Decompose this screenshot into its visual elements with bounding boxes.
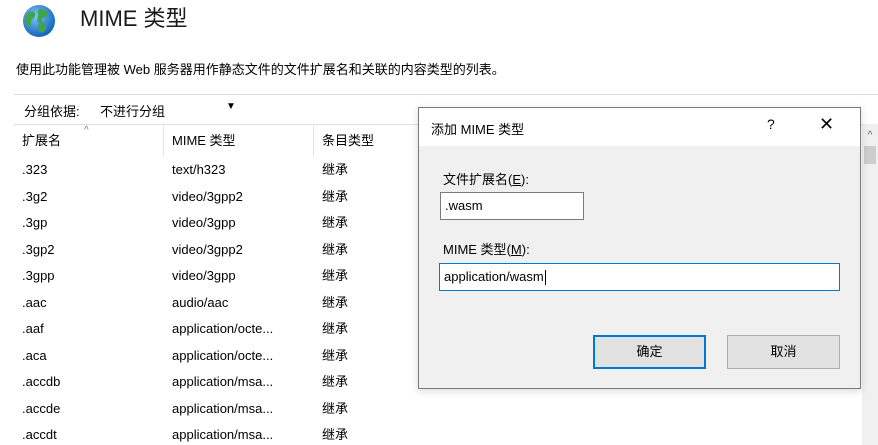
group-by-label: 分组依据: xyxy=(24,104,80,119)
file-extension-input[interactable]: .wasm xyxy=(440,192,584,220)
dropdown-arrow-icon[interactable]: ▼ xyxy=(226,101,236,112)
mime-type-label: MIME 类型(M): xyxy=(443,242,530,257)
table-row[interactable]: .accde application/msa... 继承 xyxy=(14,396,878,423)
group-by-select[interactable]: 不进行分组 ▼ xyxy=(100,99,250,121)
dialog-title: 添加 MIME 类型 xyxy=(431,122,525,137)
column-header-extension[interactable]: 扩展名 ^ xyxy=(14,125,164,157)
table-row[interactable]: .accdt application/msa... 继承 xyxy=(14,422,878,445)
add-mime-type-dialog: 添加 MIME 类型 ? ✕ 文件扩展名(E): .wasm MIME 类型(M… xyxy=(418,107,861,389)
mime-type-input[interactable]: application/wasm xyxy=(439,263,840,291)
vertical-scrollbar[interactable]: ^ xyxy=(862,124,878,445)
dialog-titlebar[interactable]: 添加 MIME 类型 ? ✕ xyxy=(419,108,860,146)
ok-button[interactable]: 确定 xyxy=(593,335,706,369)
close-icon[interactable]: ✕ xyxy=(819,114,834,135)
text-cursor xyxy=(544,270,546,286)
file-extension-label: 文件扩展名(E): xyxy=(443,172,529,187)
page-description: 使用此功能管理被 Web 服务器用作静态文件的文件扩展名和关联的内容类型的列表。 xyxy=(16,62,505,77)
scroll-thumb[interactable] xyxy=(864,146,876,164)
cancel-button[interactable]: 取消 xyxy=(727,335,840,369)
page-title: MIME 类型 xyxy=(80,6,188,31)
sort-ascending-icon: ^ xyxy=(84,125,89,136)
column-header-entry-type[interactable]: 条目类型 xyxy=(314,125,424,157)
column-header-mime-type[interactable]: MIME 类型 xyxy=(164,125,314,157)
help-icon[interactable]: ? xyxy=(767,116,775,132)
group-by-value: 不进行分组 xyxy=(100,104,166,119)
globe-icon xyxy=(23,5,55,37)
scroll-up-icon[interactable]: ^ xyxy=(862,130,878,141)
